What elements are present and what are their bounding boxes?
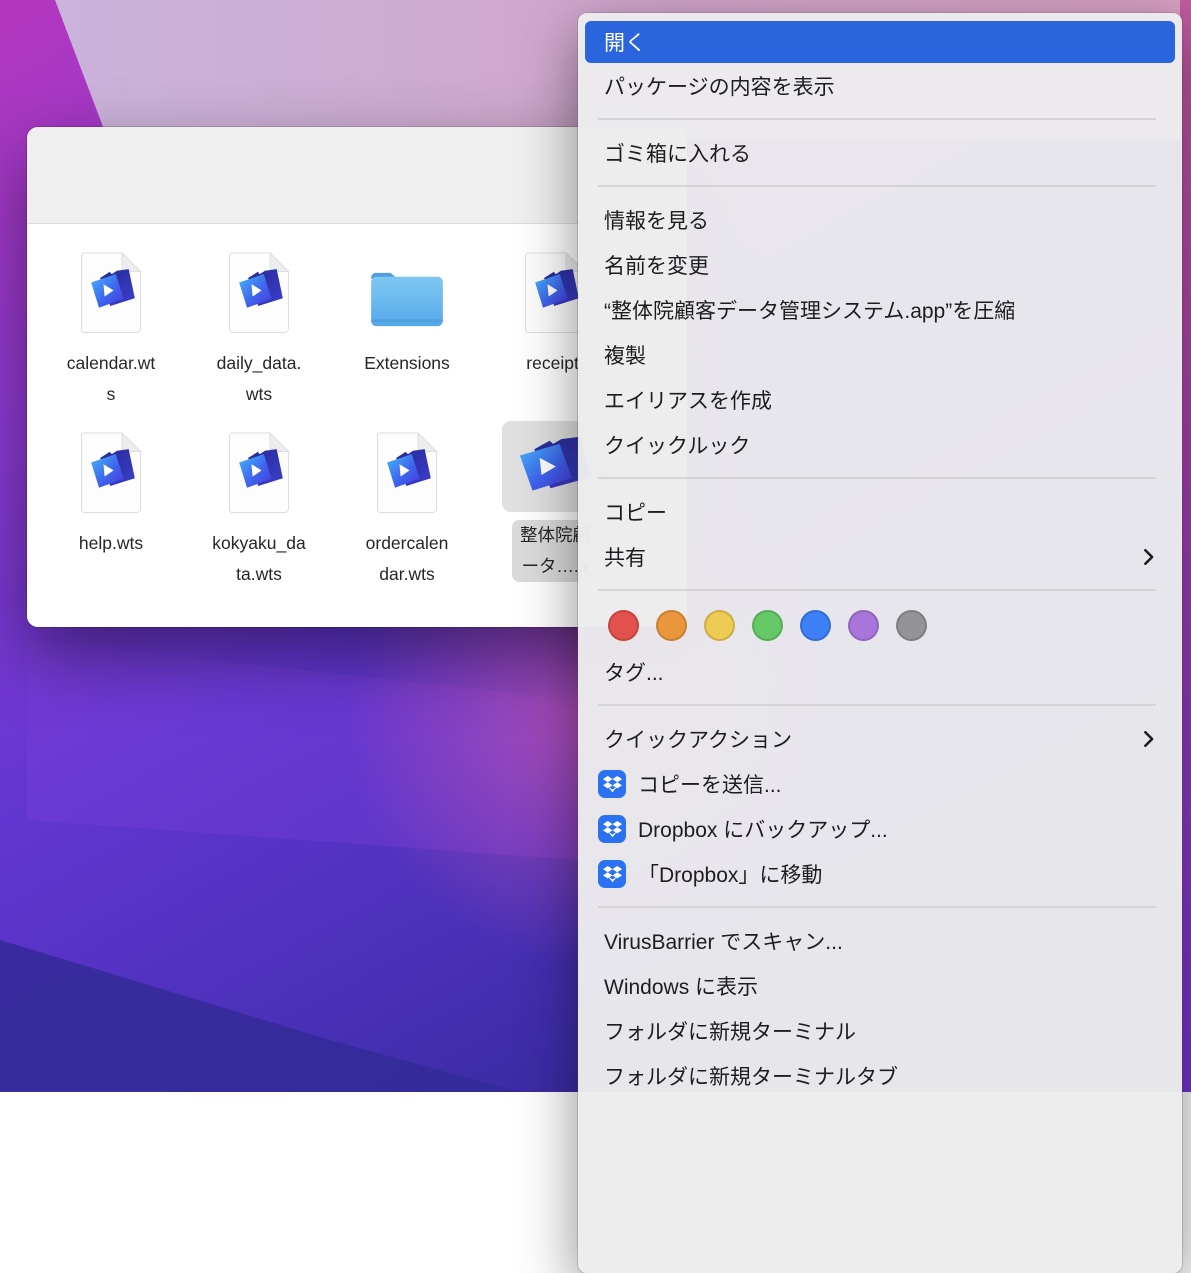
folder-icon [368,268,446,330]
tag-color-green-icon[interactable] [752,610,783,641]
menu-item-label: エイリアスを作成 [604,385,772,415]
menu-item-quick-look[interactable]: クイックルック [578,422,1182,467]
menu-item-label: VirusBarrier でスキャン... [604,926,843,956]
menu-item-tags[interactable]: タグ... [578,649,1182,694]
menu-item-label: パッケージの内容を表示 [604,71,835,101]
menu-item-rename[interactable]: 名前を変更 [578,242,1182,287]
dropbox-icon [598,770,626,798]
tag-colors-row [578,601,1182,649]
file-item-ordercalendar[interactable]: ordercalendar.wts [333,431,481,609]
menu-item-quick-actions[interactable]: クイックアクション [578,716,1182,761]
menu-item-backup-to-dropbox[interactable]: Dropbox にバックアップ... [578,806,1182,851]
menu-item-label: クイックアクション [604,724,792,754]
tag-color-gray-icon[interactable] [896,610,927,641]
menu-item-send-copy[interactable]: コピーを送信... [578,761,1182,806]
menu-item-duplicate[interactable]: 複製 [578,332,1182,377]
menu-item-label: 共有 [604,542,646,572]
wts-file-icon [376,431,438,514]
menu-item-label: コピー [604,497,667,527]
menu-item-label: タグ... [604,657,664,687]
context-menu: 開くパッケージの内容を表示ゴミ箱に入れる情報を見る名前を変更 “整体院顧客データ管… [578,13,1182,1273]
file-item-daily-data[interactable]: daily_data.wts [185,251,333,429]
file-label: Extensions [364,348,450,379]
tag-color-blue-icon[interactable] [800,610,831,641]
tag-color-yellow-icon[interactable] [704,610,735,641]
tag-color-orange-icon[interactable] [656,610,687,641]
menu-item-share[interactable]: 共有 [578,534,1182,579]
file-label: calendar.wts [67,348,156,410]
wts-file-icon [80,251,142,334]
file-label: daily_data.wts [217,348,302,410]
menu-item-compress[interactable]: “整体院顧客データ管理システム.app”を圧縮 [578,287,1182,332]
file-item-kokyaku-data[interactable]: kokyaku_data.wts [185,431,333,609]
menu-separator [598,477,1156,479]
menu-item-show-in-windows[interactable]: Windows に表示 [578,963,1182,1008]
file-label: ordercalendar.wts [366,528,449,590]
menu-item-label: 複製 [604,340,646,370]
menu-item-new-terminal-at-folder[interactable]: フォルダに新規ターミナル [578,1008,1182,1053]
dropbox-icon [598,815,626,843]
menu-item-label: ゴミ箱に入れる [604,138,751,168]
file-item-calendar[interactable]: calendar.wts [37,251,185,429]
menu-item-label: Dropbox にバックアップ... [638,814,888,844]
menu-item-virusbarrier-scan[interactable]: VirusBarrier でスキャン... [578,918,1182,963]
menu-item-label: クイックルック [604,430,750,460]
menu-item-move-to-dropbox[interactable]: 「Dropbox」に移動 [578,851,1182,896]
menu-item-new-terminal-tab-at-folder[interactable]: フォルダに新規ターミナルタブ [578,1053,1182,1098]
menu-item-label: 「Dropbox」に移動 [638,859,822,889]
file-label: receipt. [526,348,583,379]
menu-item-copy[interactable]: コピー [578,489,1182,534]
menu-item-label: 開く [604,27,646,57]
wts-file-icon [524,251,586,334]
chevron-right-icon [1143,730,1154,748]
dropbox-icon [598,860,626,888]
wts-file-icon [228,251,290,334]
menu-separator [598,906,1156,908]
tag-color-purple-icon[interactable] [848,610,879,641]
menu-item-move-to-trash[interactable]: ゴミ箱に入れる [578,130,1182,175]
menu-item-open[interactable]: 開く [585,21,1175,63]
file-label: help.wts [79,528,143,559]
menu-item-label: フォルダに新規ターミナル [604,1016,856,1046]
menu-separator [598,118,1156,120]
menu-separator [598,589,1156,591]
menu-item-make-alias[interactable]: エイリアスを作成 [578,377,1182,422]
wts-file-icon [80,431,142,514]
menu-separator [598,185,1156,187]
menu-item-get-info[interactable]: 情報を見る [578,197,1182,242]
menu-item-show-package-contents[interactable]: パッケージの内容を表示 [578,63,1182,108]
menu-item-label: 名前を変更 [604,250,709,280]
tag-color-red-icon[interactable] [608,610,639,641]
menu-item-label: フォルダに新規ターミナルタブ [604,1061,898,1091]
menu-separator [598,704,1156,706]
file-item-extensions[interactable]: Extensions [333,251,481,429]
menu-item-label: 情報を見る [604,205,709,235]
menu-item-label: “整体院顧客データ管理システム.app”を圧縮 [604,295,1015,325]
file-item-help[interactable]: help.wts [37,431,185,609]
file-label: kokyaku_data.wts [212,528,305,590]
wts-file-icon [228,431,290,514]
chevron-right-icon [1143,548,1154,566]
menu-item-label: コピーを送信... [638,769,782,799]
menu-item-label: Windows に表示 [604,971,758,1001]
